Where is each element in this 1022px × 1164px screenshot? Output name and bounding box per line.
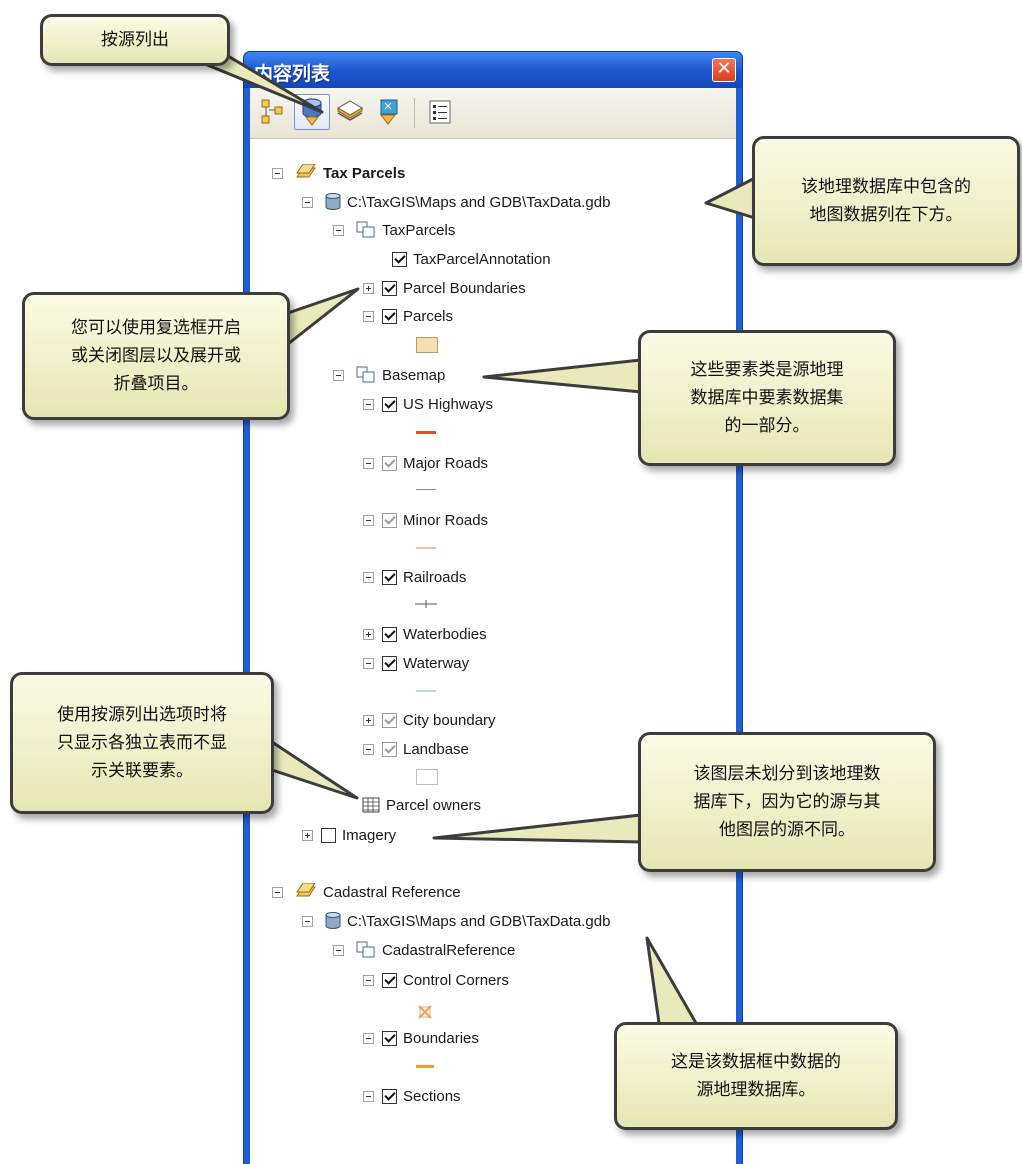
callout-different-source: 该图层未划分到该地理数 据库下，因为它的源与其 他图层的源不同。 <box>638 732 936 872</box>
callout-list-by-source: 按源列出 <box>40 14 230 66</box>
pointer-checkbox-tip <box>286 287 360 346</box>
pointer-feature-classes <box>482 358 643 394</box>
pointer-gdb-contents <box>704 176 757 220</box>
pointer-source-gdb <box>645 936 702 1032</box>
callout-feature-classes: 这些要素类是源地理 数据库中要素数据集 的一部分。 <box>638 330 896 466</box>
pointer-different-source <box>432 813 643 844</box>
pointer-tables-tip <box>270 740 359 800</box>
callout-source-gdb: 这是该数据框中数据的 源地理数据库。 <box>614 1022 898 1130</box>
callout-checkbox-tip: 您可以使用复选框开启 或关闭图层以及展开或 折叠项目。 <box>22 292 290 420</box>
callout-gdb-contents: 该地理数据库中包含的 地图数据列在下方。 <box>752 136 1020 266</box>
callout-tables-tip: 使用按源列出选项时将 只显示各独立表而不显 示关联要素。 <box>10 672 274 814</box>
